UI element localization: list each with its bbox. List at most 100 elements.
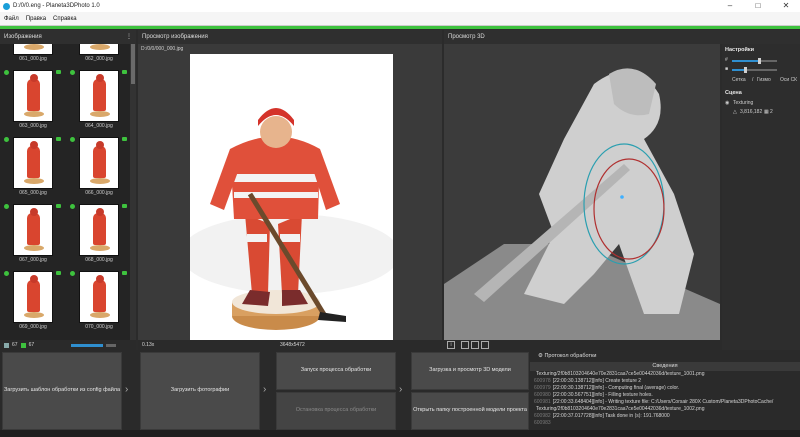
thumb-size-slider-rest bbox=[106, 343, 117, 347]
thumbnail-image bbox=[79, 271, 119, 323]
chevron-right-icon: › bbox=[125, 384, 129, 395]
grid-size-icon: # bbox=[725, 57, 728, 63]
layer-name: Texturing bbox=[733, 100, 754, 106]
view3d-panel-header: Просмотр 3D bbox=[444, 30, 800, 44]
thumbnail-item[interactable]: 069_000.jpg bbox=[0, 268, 64, 335]
thumbnail-label: 063_000.jpg bbox=[19, 123, 47, 129]
info-icon[interactable]: i bbox=[447, 341, 455, 349]
image-resolution: 3648x5472 bbox=[280, 342, 305, 348]
point-size-slider[interactable] bbox=[732, 67, 777, 73]
thumbnail-label: 065_000.jpg bbox=[19, 190, 47, 196]
log-line-text: [22:00:30.138712][info] Create texture 2 bbox=[552, 378, 642, 384]
log-line-number: 600983 bbox=[534, 420, 551, 426]
eye-icon[interactable]: ◉ bbox=[725, 100, 729, 106]
chevron-right-icon: › bbox=[263, 384, 267, 395]
log-line-text: Texturing/2f0b8103204640e70e2831caa7ce5e… bbox=[536, 371, 705, 377]
settings-title: Настройки bbox=[725, 47, 755, 53]
processed-check-icon bbox=[70, 271, 75, 276]
thumbnail-label: 068_000.jpg bbox=[85, 257, 113, 263]
minimize-icon[interactable]: – bbox=[716, 0, 744, 12]
axes-toggle[interactable]: Оси СК bbox=[780, 77, 797, 83]
log-line-text: [22:00:37.017728][info] Task done in (s)… bbox=[552, 413, 670, 419]
chevron-right-icon: › bbox=[399, 384, 403, 395]
thumbnail-item[interactable]: 067_000.jpg bbox=[0, 201, 64, 268]
log-line-number: 600982 bbox=[534, 413, 551, 419]
thumbnail-image bbox=[13, 204, 53, 256]
thumbnail-image bbox=[13, 271, 53, 323]
thumbnail-image bbox=[79, 44, 119, 55]
thumbnail-item[interactable]: 062_000.jpg bbox=[66, 44, 130, 67]
viewport-footer: i bbox=[444, 340, 720, 350]
processed-check-icon bbox=[70, 137, 75, 142]
scene-layer-row[interactable]: ◉ Texturing bbox=[722, 99, 800, 108]
log-line-text: Texturing/2f0b8103204640e70e2831caa7ce5e… bbox=[536, 406, 705, 412]
thumbnail-image bbox=[79, 137, 119, 189]
grid-size-slider[interactable] bbox=[732, 58, 777, 64]
preview-filename: D:/0/0/000_000.jpg bbox=[141, 46, 184, 52]
thumbnail-item[interactable]: 070_000.jpg bbox=[66, 268, 130, 335]
log-line: 600983 bbox=[530, 420, 800, 427]
preview-photo bbox=[190, 54, 393, 340]
load-photos-button[interactable]: Загрузить фотографии bbox=[140, 352, 260, 430]
title-bar: D:/0/0.eng - Planeta3DPhoto 1.0 – □ ✕ bbox=[0, 0, 800, 12]
view-single-icon[interactable] bbox=[461, 341, 469, 349]
thumbnail-image bbox=[79, 70, 119, 122]
camera-icon bbox=[56, 271, 61, 275]
thumbnail-item[interactable]: 064_000.jpg bbox=[66, 67, 130, 134]
thumbnail-label: 070_000.jpg bbox=[85, 324, 113, 330]
camera-icon bbox=[56, 137, 61, 141]
view-quad-icon[interactable] bbox=[481, 341, 489, 349]
menu-edit[interactable]: Правка bbox=[26, 16, 46, 22]
start-processing-button[interactable]: Запуск процесса обработки bbox=[276, 352, 396, 390]
close-icon[interactable]: ✕ bbox=[772, 0, 800, 12]
processed-check-icon bbox=[4, 70, 9, 75]
menu-file[interactable]: Файл bbox=[4, 16, 19, 22]
thumbnail-list[interactable]: 061_000.jpg 062_000.jpg 063_000.jpg 064_000… bbox=[0, 44, 136, 340]
gizmo-toggle[interactable]: Гизмо bbox=[757, 77, 771, 83]
maximize-icon[interactable]: □ bbox=[744, 0, 772, 12]
grid-toggle[interactable]: Сетка bbox=[732, 77, 746, 83]
toggle-row: Сетка / Гизмо Оси СК bbox=[732, 77, 798, 83]
log-line-number: 600978 bbox=[534, 378, 551, 384]
log-line-number: 600981 bbox=[534, 399, 551, 405]
image-preview[interactable]: D:/0/0/000_000.jpg bbox=[138, 44, 442, 340]
thumbnail-scrollbar[interactable] bbox=[130, 44, 136, 340]
viewport-3d[interactable] bbox=[444, 44, 720, 340]
log-line: 600982 [22:00:37.017728][info] Task done … bbox=[530, 413, 800, 420]
load-template-button[interactable]: Загрузить шаблон обработки из config фай… bbox=[2, 352, 122, 430]
window-title: D:/0/0.eng - Planeta3DPhoto 1.0 bbox=[13, 3, 100, 9]
thumbnail-item[interactable]: 066_000.jpg bbox=[66, 134, 130, 201]
more-icon[interactable]: ⋮ bbox=[126, 30, 132, 44]
log-line: 600979 [22:00:30.138712][info] - Computin… bbox=[530, 385, 800, 392]
processing-log: ⚙ Протокол обработки Сведения Texturing/… bbox=[530, 350, 800, 430]
view-grid-icon[interactable] bbox=[471, 341, 479, 349]
stop-processing-button[interactable]: Остановка процесса обработки bbox=[276, 392, 396, 430]
settings-slider-row-1: # bbox=[722, 56, 800, 65]
log-line-text: [22:00:33.648404][info] - Writing textur… bbox=[552, 399, 774, 405]
log-title: ⚙ Протокол обработки bbox=[538, 353, 597, 359]
action-bar: Загрузить шаблон обработки из config фай… bbox=[0, 350, 530, 430]
3d-model-render bbox=[444, 44, 720, 340]
settings-slider-row-2: ■ bbox=[722, 65, 800, 74]
log-lines[interactable]: Texturing/2f0b8103204640e70e2831caa7ce5e… bbox=[530, 371, 800, 427]
menu-help[interactable]: Справка bbox=[53, 16, 77, 22]
log-line: Texturing/2f0b8103204640e70e2831caa7ce5e… bbox=[530, 371, 800, 378]
triangle-icon: △ bbox=[733, 109, 737, 115]
thumbnail-item[interactable]: 061_000.jpg bbox=[0, 44, 64, 67]
thumbnail-item[interactable]: 068_000.jpg bbox=[66, 201, 130, 268]
open-model-folder-button[interactable]: Открыть папку построенной модели проекта bbox=[411, 392, 529, 430]
log-line-text: [22:00:30.567751][info] - Filling textur… bbox=[552, 392, 653, 398]
view3d-panel-title: Просмотр 3D bbox=[448, 34, 485, 40]
scroll-thumb[interactable] bbox=[131, 44, 135, 84]
camera-icon bbox=[122, 137, 127, 141]
thumbnail-image bbox=[79, 204, 119, 256]
images-panel-title: Изображения bbox=[4, 34, 42, 40]
thumbnail-item[interactable]: 065_000.jpg bbox=[0, 134, 64, 201]
thumbnail-item[interactable]: 063_000.jpg bbox=[0, 67, 64, 134]
folder-icon: ■ bbox=[725, 66, 729, 72]
thumb-size-slider[interactable] bbox=[71, 343, 104, 347]
processed-check-icon bbox=[70, 204, 75, 209]
load-3d-model-button[interactable]: Загрузка и просмотр 3D модели bbox=[411, 352, 529, 390]
image-count: 67 bbox=[12, 342, 18, 348]
camera-icon bbox=[122, 70, 127, 74]
